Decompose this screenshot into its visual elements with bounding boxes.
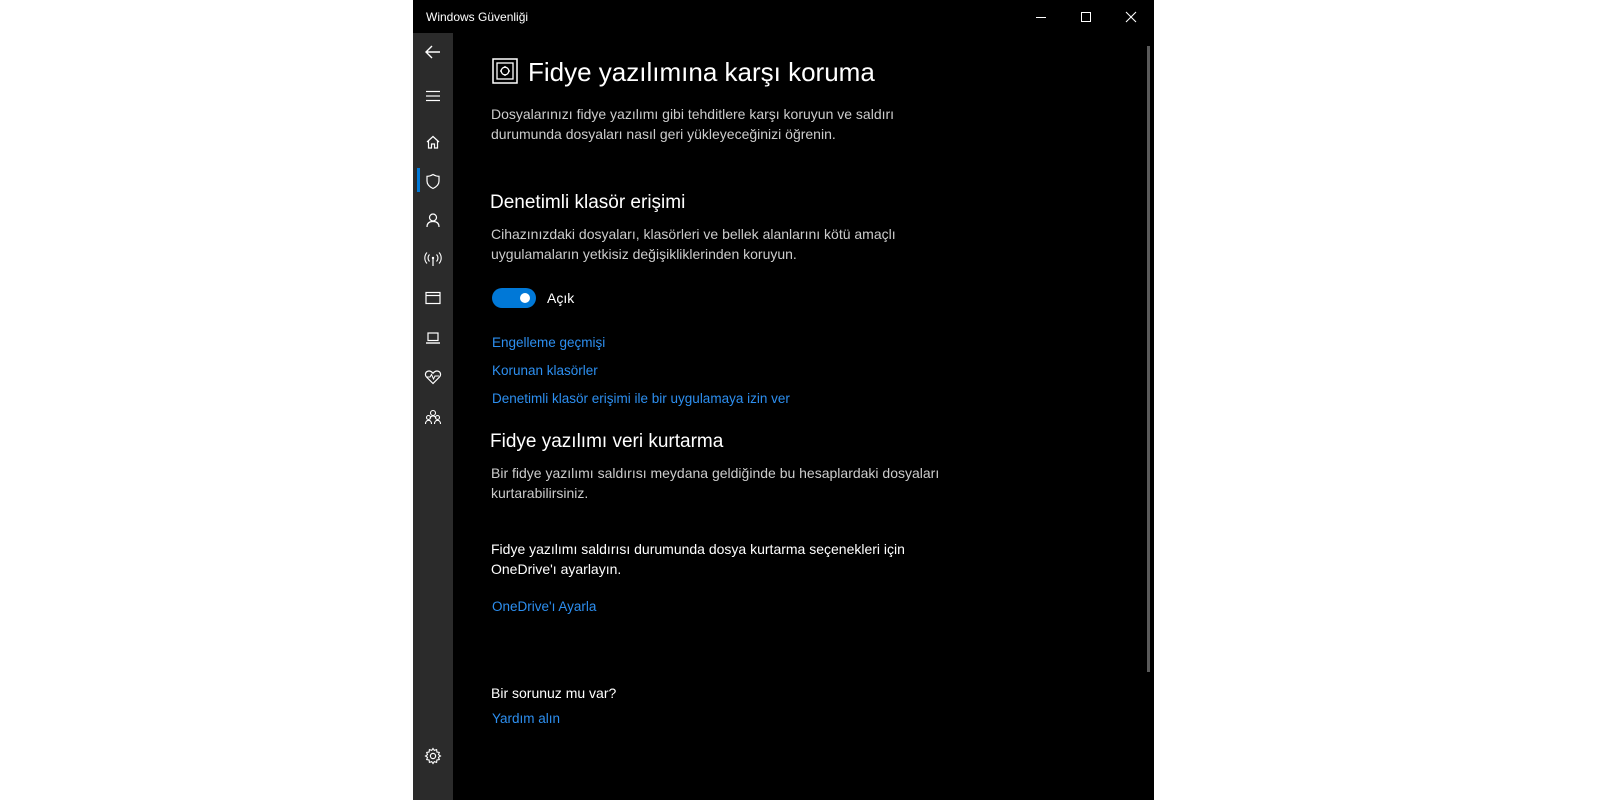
help-question: Bir sorunuz mu var? xyxy=(491,685,617,701)
family-icon xyxy=(424,409,442,425)
nav-device-security[interactable] xyxy=(413,320,453,356)
laptop-icon xyxy=(426,332,440,344)
page-description: Dosyalarınızı fidye yazılımı gibi tehdit… xyxy=(491,106,895,142)
close-icon xyxy=(1125,11,1137,22)
nav-account-protection[interactable] xyxy=(413,202,453,238)
recovery-description: Bir fidye yazılımı saldırısı meydana gel… xyxy=(491,465,940,501)
setup-onedrive-link[interactable]: OneDrive'ı Ayarla xyxy=(492,599,596,614)
nav-settings[interactable] xyxy=(413,738,453,774)
nav-device-health[interactable] xyxy=(413,359,453,395)
page-title: Fidye yazılımına karşı koruma xyxy=(528,57,875,87)
get-help-link[interactable]: Yardım alın xyxy=(492,711,560,726)
protected-folders-link[interactable]: Korunan klasörler xyxy=(492,363,598,378)
main-content: Fidye yazılımına karşı koruma Dosyaların… xyxy=(453,33,1143,800)
wifi-icon xyxy=(424,252,442,266)
cfa-toggle-label: Açık xyxy=(547,290,575,306)
shield-icon xyxy=(426,173,440,189)
cfa-section-title: Denetimli klasör erişimi xyxy=(490,192,686,213)
back-button[interactable] xyxy=(413,34,453,70)
nav-virus-protection[interactable] xyxy=(413,163,453,199)
onedrive-setup-text: Fidye yazılımı saldırısı durumunda dosya… xyxy=(491,541,905,577)
scrollbar[interactable] xyxy=(1147,46,1150,672)
maximize-button[interactable] xyxy=(1063,0,1109,33)
hamburger-icon xyxy=(426,90,440,102)
toggle-knob xyxy=(520,293,530,303)
ransomware-protection-icon xyxy=(492,58,518,84)
nav-home[interactable] xyxy=(413,124,453,160)
nav-family-options[interactable] xyxy=(413,399,453,435)
windows-security-window: Windows Güvenliği Fidye yazılımına karşı… xyxy=(413,0,1154,800)
block-history-link[interactable]: Engelleme geçmişi xyxy=(492,335,605,350)
back-arrow-icon xyxy=(425,45,440,59)
recovery-section-title: Fidye yazılımı veri kurtarma xyxy=(490,431,724,452)
maximize-icon xyxy=(1081,11,1091,22)
title-bar: Windows Güvenliği xyxy=(413,0,1154,33)
cfa-toggle-switch[interactable] xyxy=(492,288,536,308)
close-button[interactable] xyxy=(1108,0,1154,33)
home-icon xyxy=(426,135,440,149)
navigation-rail xyxy=(413,33,453,800)
allow-app-link[interactable]: Denetimli klasör erişimi ile bir uygulam… xyxy=(492,391,790,406)
person-icon xyxy=(426,213,440,228)
app-browser-icon xyxy=(425,291,441,305)
gear-icon xyxy=(424,747,442,765)
nav-firewall[interactable] xyxy=(413,241,453,277)
minimize-icon xyxy=(1036,16,1046,18)
heart-pulse-icon xyxy=(424,370,442,385)
cfa-description: Cihazınızdaki dosyaları, klasörleri ve b… xyxy=(491,226,896,262)
window-title: Windows Güvenliği xyxy=(426,10,529,24)
minimize-button[interactable] xyxy=(1018,0,1064,33)
nav-app-browser-control[interactable] xyxy=(413,280,453,316)
menu-button[interactable] xyxy=(413,78,453,114)
